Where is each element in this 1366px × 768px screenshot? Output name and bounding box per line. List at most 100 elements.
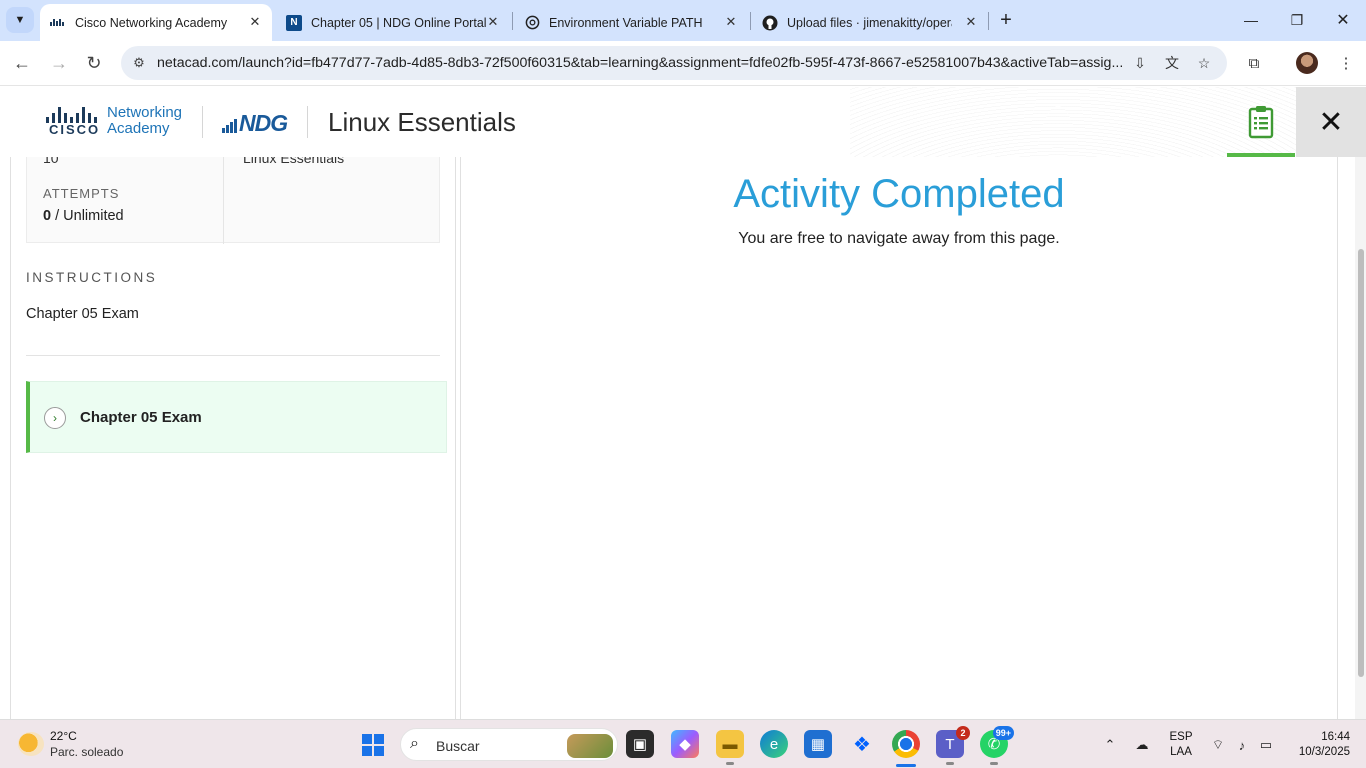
task-view-icon[interactable]: ▣: [626, 730, 654, 758]
github-icon: [762, 15, 778, 31]
attempts-total: Unlimited: [63, 208, 124, 224]
language-code: ESP: [1169, 731, 1193, 743]
minimize-icon: —: [1244, 12, 1258, 28]
tab-github-upload-files[interactable]: Upload files · jimenakitty/opera ✕: [752, 4, 988, 41]
translate-icon[interactable]: 文: [1160, 52, 1184, 74]
teams-icon[interactable]: T2: [936, 726, 970, 765]
whatsapp-icon[interactable]: ✆ 99+: [980, 726, 1014, 765]
minimize-button[interactable]: —: [1228, 6, 1274, 34]
scrollbar[interactable]: [1355, 157, 1366, 719]
cisco-bars-icon: [44, 105, 100, 123]
tab-cisco-networking-academy[interactable]: Cisco Networking Academy ✕: [40, 4, 272, 41]
close-activity-button[interactable]: ✕: [1296, 87, 1366, 157]
logo-line-2: Academy: [107, 120, 170, 137]
cisco-wordmark: CISCO: [49, 122, 101, 137]
weather-sun-icon[interactable]: [18, 732, 44, 756]
reload-button[interactable]: ↻: [79, 49, 109, 77]
scrollbar-thumb[interactable]: [1358, 249, 1364, 677]
microsoft-store-icon[interactable]: ▦: [804, 730, 832, 758]
site-info-icon[interactable]: ⚙: [129, 53, 149, 73]
attempts-label: ATTEMPTS: [43, 186, 120, 201]
exam-item-label: Chapter 05 Exam: [80, 409, 202, 426]
profile-avatar[interactable]: [1294, 50, 1320, 76]
activity-completed-message: You are free to navigate away from this …: [738, 230, 1060, 247]
install-app-icon[interactable]: ⇩: [1128, 52, 1152, 74]
taskbar-search[interactable]: ⌕ Buscar: [400, 728, 618, 761]
search-icon: ⌕: [410, 735, 419, 752]
weather-condition[interactable]: Parc. soleado: [50, 745, 123, 759]
browser-toolbar: ← → ↻ ⚙ netacad.com/launch?id=fb477d77-7…: [0, 41, 1366, 86]
edge-icon[interactable]: e: [760, 730, 788, 758]
restore-icon: ❐: [1290, 11, 1304, 28]
ndg-bars-icon: [222, 119, 237, 133]
info-course-partial: Linux Essentials: [243, 157, 345, 166]
tab-title: Chapter 05 | NDG Online Portal: [311, 15, 487, 30]
search-placeholder: Buscar: [436, 738, 480, 754]
extensions-icon[interactable]: ⧉: [1241, 50, 1267, 76]
teams-badge: 2: [956, 726, 970, 740]
attempts-value: 0 / Unlimited: [43, 208, 124, 224]
ndg-logo: NDG: [222, 110, 288, 136]
back-button[interactable]: ←: [7, 49, 37, 77]
tab-separator: [988, 12, 989, 30]
chrome-icon[interactable]: [892, 730, 920, 767]
restore-button[interactable]: ❐: [1274, 6, 1320, 34]
tab-title: Environment Variable PATH: [549, 15, 703, 30]
cisco-networking-academy-logo[interactable]: CISCO Networking Academy: [44, 105, 194, 139]
attempts-used: 0: [43, 208, 52, 224]
keyboard-layout: LAA: [1170, 746, 1192, 758]
networking-academy-text: Networking Academy: [107, 105, 182, 137]
close-icon: ✕: [1318, 105, 1344, 139]
battery-icon[interactable]: ▭: [1257, 736, 1275, 754]
tab-environment-variable-path[interactable]: Environment Variable PATH ✕: [514, 4, 748, 41]
ndg-wordmark: NDG: [239, 110, 288, 136]
browser-tab-bar: ▼ Cisco Networking Academy ✕ N Chapter 0…: [0, 0, 1366, 41]
close-icon: ✕: [1336, 12, 1350, 29]
chevron-down-icon: ▼: [14, 14, 26, 26]
exam-list-item[interactable]: › Chapter 05 Exam: [26, 381, 447, 453]
tab-search-button[interactable]: ▼: [6, 7, 34, 33]
info-card-divider: [223, 157, 224, 244]
wifi-icon[interactable]: ⌔: [1209, 736, 1227, 754]
new-tab-button[interactable]: +: [995, 8, 1017, 32]
openai-icon: [524, 15, 540, 31]
windows-taskbar: 22°C Parc. soleado ⌕ Buscar ▣ ◆ ▬ e ▦ ❖ …: [0, 719, 1366, 768]
file-explorer-icon[interactable]: ▬: [716, 730, 744, 765]
dropbox-icon[interactable]: ❖: [848, 730, 876, 758]
address-bar[interactable]: ⚙ netacad.com/launch?id=fb477d77-7adb-4d…: [121, 46, 1227, 80]
main-panel-border: [1337, 157, 1338, 719]
url-text[interactable]: netacad.com/launch?id=fb477d77-7adb-4d85…: [157, 55, 1122, 71]
close-tab-icon[interactable]: ✕: [246, 13, 264, 31]
bookmark-star-icon[interactable]: ☆: [1192, 52, 1216, 74]
close-tab-icon[interactable]: ✕: [962, 13, 980, 31]
close-window-button[interactable]: ✕: [1320, 6, 1366, 34]
activity-content: 10 Linux Essentials ATTEMPTS 0 / Unlimit…: [0, 157, 1366, 719]
windows-start-icon[interactable]: [362, 734, 384, 756]
sidebar-divider: [26, 355, 440, 356]
assignments-button[interactable]: [1227, 87, 1295, 157]
instructions-text: Chapter 05 Exam: [26, 306, 139, 322]
close-tab-icon[interactable]: ✕: [484, 13, 502, 31]
arrow-left-icon: ←: [13, 52, 31, 73]
instructions-label: INSTRUCTIONS: [26, 270, 158, 285]
tab-ndg-online-portal[interactable]: N Chapter 05 | NDG Online Portal ✕: [276, 4, 510, 41]
onedrive-icon[interactable]: ☁: [1133, 736, 1151, 754]
activity-completed-title: Activity Completed: [733, 172, 1065, 216]
volume-icon[interactable]: ♪: [1233, 736, 1251, 754]
input-language[interactable]: ESP LAA: [1166, 730, 1196, 760]
menu-kebab-icon[interactable]: ⋮: [1333, 50, 1359, 76]
left-panel-border: [10, 157, 11, 719]
close-tab-icon[interactable]: ✕: [722, 13, 740, 31]
plus-icon: +: [1000, 8, 1012, 31]
clock-time: 16:44: [1321, 731, 1350, 743]
system-clock[interactable]: 16:44 10/3/2025: [1286, 730, 1350, 760]
attempts-separator: /: [55, 208, 60, 224]
show-hidden-icons-chevron-up-icon[interactable]: ⌃: [1101, 736, 1119, 754]
forward-button[interactable]: →: [44, 49, 74, 77]
course-title: Linux Essentials: [328, 107, 516, 137]
ndg-n-icon: N: [286, 14, 302, 31]
header-divider: [202, 106, 203, 138]
copilot-icon[interactable]: ◆: [671, 730, 699, 758]
weather-temperature[interactable]: 22°C: [50, 729, 77, 743]
search-highlight-image: [567, 734, 613, 758]
